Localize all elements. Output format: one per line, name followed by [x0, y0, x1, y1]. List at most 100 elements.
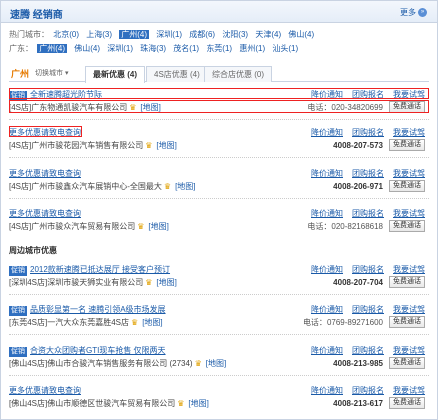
test-drive-link[interactable]: 我要试驾 — [393, 386, 425, 395]
dealer-line: [4S店]广州市骏众汽车贸易有限公司 ♛ [地图] — [9, 221, 169, 232]
price-alert-link[interactable]: 降价通知 — [311, 265, 343, 274]
city-link[interactable]: 天津(4) — [255, 30, 281, 39]
dealer-name[interactable]: [4S店]广州市骏众汽车贸易有限公司 — [9, 222, 135, 231]
map-link[interactable]: [地图] — [148, 222, 168, 231]
offer-title-line: 促销 2012款新速腾已抵达展厅 接受客户预订 — [9, 264, 170, 276]
group-buy-link[interactable]: 团购报名 — [352, 209, 384, 218]
offer-title-link[interactable]: 2012款新速腾已抵达展厅 接受客户预订 — [30, 265, 170, 274]
price-alert-link[interactable]: 降价通知 — [311, 209, 343, 218]
test-drive-link[interactable]: 我要试驾 — [393, 209, 425, 218]
price-alert-link[interactable]: 降价通知 — [311, 128, 343, 137]
map-link[interactable]: [地图] — [175, 182, 195, 191]
group-buy-link[interactable]: 团购报名 — [352, 169, 384, 178]
tab-4s-offers[interactable]: 4S店优惠 (4) — [146, 66, 208, 82]
phone-number: 020-82168618 — [331, 222, 383, 231]
test-drive-link[interactable]: 我要试驾 — [393, 128, 425, 137]
tab-general-offers[interactable]: 综合店优惠 (0) — [204, 66, 272, 82]
city-link[interactable]: 东莞(1) — [206, 44, 232, 53]
offer-actions: 降价通知 团购报名 我要试驾 — [302, 345, 425, 356]
city-link[interactable]: 成都(6) — [189, 30, 215, 39]
free-call-button[interactable]: 免费通话 — [389, 397, 425, 409]
province-label: 广东： — [9, 44, 33, 53]
dealer-name[interactable]: [东莞4S店]一汽大众东莞嘉胜4S店 — [9, 318, 129, 327]
offer-title-link[interactable]: 全新速腾超光阶节际 — [30, 90, 102, 99]
free-call-button[interactable]: 免费通话 — [389, 316, 425, 328]
group-buy-link[interactable]: 团购报名 — [352, 90, 384, 99]
phone-number: 4008-207-573 — [333, 141, 383, 150]
phone-number: 4008-207-704 — [333, 278, 383, 287]
group-buy-link[interactable]: 团购报名 — [352, 386, 384, 395]
price-alert-link[interactable]: 降价通知 — [311, 305, 343, 314]
map-link[interactable]: [地图] — [156, 278, 176, 287]
city-link[interactable]: 汕头(1) — [272, 44, 298, 53]
city-link[interactable]: 沈阳(3) — [222, 30, 248, 39]
price-alert-link[interactable]: 降价通知 — [311, 169, 343, 178]
dealer-name[interactable]: [佛山4S店]佛山市合骏汽车销售服务有限公司 (2734) — [9, 359, 193, 368]
offer-title-link[interactable]: 更多优惠请致电查询 — [9, 386, 81, 395]
test-drive-link[interactable]: 我要试驾 — [393, 169, 425, 178]
city-link-selected[interactable]: 广州(4) — [119, 30, 150, 39]
phone-number: 020-34820699 — [331, 103, 383, 112]
city-link[interactable]: 深圳(1) — [107, 44, 133, 53]
test-drive-link[interactable]: 我要试驾 — [393, 305, 425, 314]
price-alert-link[interactable]: 降价通知 — [311, 386, 343, 395]
dealer-name[interactable]: [深圳4S店]深圳市骏天狮实业有限公司 — [9, 278, 143, 287]
group-buy-link[interactable]: 团购报名 — [352, 346, 384, 355]
city-link[interactable]: 佛山(4) — [288, 30, 314, 39]
dealer-phone: 4008-207-573 — [333, 140, 383, 151]
offer-title-link[interactable]: 更多优惠请致电查询 — [9, 209, 81, 218]
city-link[interactable]: 北京(0) — [53, 30, 79, 39]
dealer-line: [东莞4S店]一汽大众东莞嘉胜4S店 ♛ [地图] — [9, 317, 163, 328]
city-link[interactable]: 惠州(1) — [239, 44, 265, 53]
offer-actions: 降价通知 团购报名 我要试驾 — [302, 385, 425, 396]
map-link[interactable]: [地图] — [142, 318, 162, 327]
free-call-button[interactable]: 免费通话 — [389, 357, 425, 369]
map-link[interactable]: [地图] — [156, 141, 176, 150]
phone-number: 4008-213-617 — [333, 399, 383, 408]
free-call-button[interactable]: 免费通话 — [389, 180, 425, 192]
offer-title-link[interactable]: 品质彰显第一名 速腾引领A级市场发展 — [30, 305, 166, 314]
price-alert-link[interactable]: 降价通知 — [311, 346, 343, 355]
test-drive-link[interactable]: 我要试驾 — [393, 265, 425, 274]
tab-latest-offers[interactable]: 最新优惠 (4) — [85, 66, 145, 83]
dealer-name[interactable]: [佛山4S店]佛山市顺德区世骏汽车贸易有限公司 — [9, 399, 175, 408]
crown-icon: ♛ — [145, 278, 153, 287]
phone-number: 4008-206-971 — [333, 182, 383, 191]
city-link[interactable]: 佛山(4) — [74, 44, 100, 53]
map-link[interactable]: [地图] — [206, 359, 226, 368]
map-link[interactable]: [地图] — [140, 103, 160, 112]
promo-badge: 促销 — [9, 306, 27, 316]
phone-label: 电话： — [307, 103, 332, 112]
crown-icon: ♛ — [177, 399, 185, 408]
group-buy-link[interactable]: 团购报名 — [352, 128, 384, 137]
dealer-name[interactable]: [4S店]广东物通凯骏汽车有限公司 — [9, 103, 127, 112]
offer-title-link[interactable]: 合资大众团购者GTI现车抢售 仅限两天 — [30, 346, 166, 355]
price-alert-link[interactable]: 降价通知 — [311, 90, 343, 99]
dealer-offer: 促销 2012款新速腾已抵达展厅 接受客户预订 降价通知 团购报名 我要试驾 [深圳4S店… — [9, 264, 429, 290]
dealer-name[interactable]: [4S店]广州市骏鑫众汽车展销中心-全国最大 — [9, 182, 162, 191]
free-call-button[interactable]: 免费通话 — [389, 101, 425, 113]
switch-city-button[interactable]: 切换城市 ▾ — [35, 68, 68, 78]
panel-header: 速腾 经销商 更多» — [1, 1, 437, 23]
offer-title-link[interactable]: 更多优惠请致电查询 — [9, 128, 81, 137]
test-drive-link[interactable]: 我要试驾 — [393, 90, 425, 99]
city-link[interactable]: 上海(3) — [86, 30, 112, 39]
divider — [9, 119, 429, 120]
free-call-button[interactable]: 免费通话 — [389, 276, 425, 288]
city-link[interactable]: 深圳(1) — [156, 30, 182, 39]
test-drive-link[interactable]: 我要试驾 — [393, 346, 425, 355]
city-link[interactable]: 珠海(3) — [140, 44, 166, 53]
dealer-name[interactable]: [4S店]广州市骏花园汽车销售有限公司 — [9, 141, 143, 150]
offer-title-link[interactable]: 更多优惠请致电查询 — [9, 169, 81, 178]
group-buy-link[interactable]: 团购报名 — [352, 305, 384, 314]
hot-cities-row: 热门城市： 北京(0) 上海(3) 广州(4) 深圳(1) 成都(6) 沈阳(3… — [9, 29, 319, 41]
free-call-button[interactable]: 免费通话 — [389, 220, 425, 232]
free-call-button[interactable]: 免费通话 — [389, 139, 425, 151]
divider — [9, 198, 429, 199]
more-link[interactable]: 更多» — [400, 7, 427, 18]
city-link-selected[interactable]: 广州(4) — [37, 44, 68, 53]
city-link[interactable]: 茂名(1) — [173, 44, 199, 53]
dealer-phone: 4008-213-985 — [333, 358, 383, 369]
group-buy-link[interactable]: 团购报名 — [352, 265, 384, 274]
map-link[interactable]: [地图] — [188, 399, 208, 408]
